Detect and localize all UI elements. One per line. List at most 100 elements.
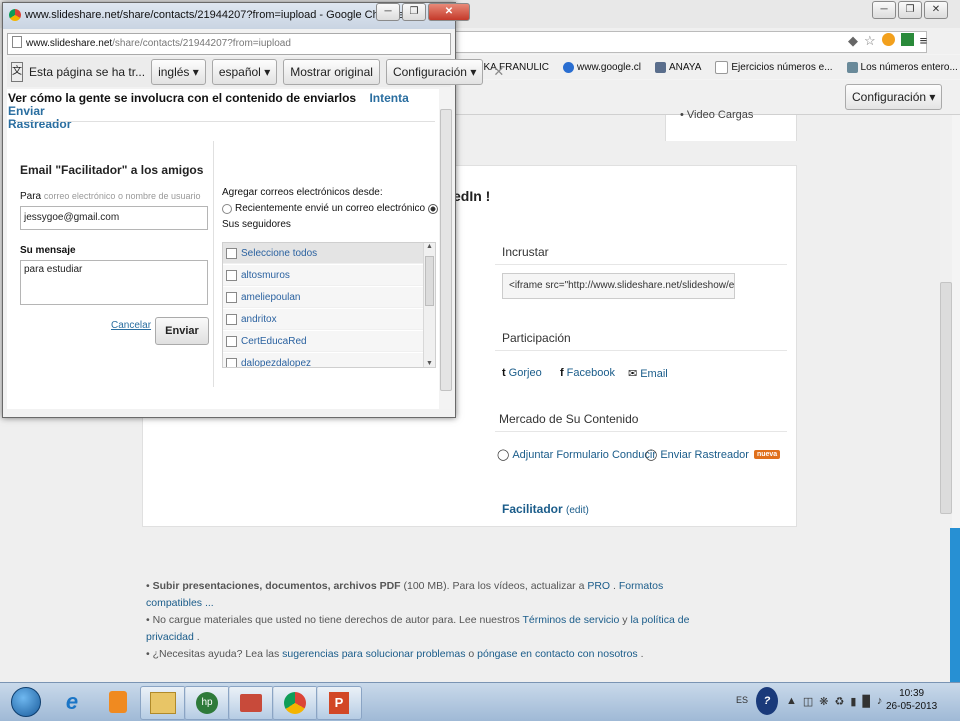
checkbox[interactable] xyxy=(226,357,237,367)
popup-scrollbar-thumb[interactable] xyxy=(440,109,452,391)
translate-config-button[interactable]: Configuración ▾ xyxy=(385,59,484,85)
footer-text: o xyxy=(468,648,475,660)
scroll-up-icon[interactable]: ▲ xyxy=(424,243,435,250)
media-player-icon xyxy=(109,691,127,713)
follower-label: dalopezdalopez xyxy=(241,357,312,368)
hp-icon: hp xyxy=(196,692,218,714)
followers-scrollbar-thumb[interactable] xyxy=(425,256,434,306)
list-item[interactable]: andritox xyxy=(223,309,423,330)
signal-icon[interactable]: ▉ xyxy=(862,695,870,708)
taskbar-powerpoint[interactable]: P xyxy=(316,686,362,720)
share-facebook-link[interactable]: f Facebook xyxy=(560,367,615,379)
contact-link[interactable]: póngase en contacto con nosotros xyxy=(477,648,638,660)
bookmark-label: Los números entero... xyxy=(860,61,958,73)
footer-text: y xyxy=(622,614,628,626)
list-item[interactable]: altosmuros xyxy=(223,265,423,286)
follower-label: Seleccione todos xyxy=(241,247,318,259)
followers-list[interactable]: Seleccione todos altosmuros ameliepoulan… xyxy=(222,242,436,368)
star-icon[interactable]: ☆ xyxy=(864,33,876,49)
tray-expand-icon[interactable]: ▲ xyxy=(786,695,797,708)
page-action-icon[interactable]: ◆ xyxy=(848,33,858,49)
card-partial-title: edIn ! xyxy=(453,188,491,204)
checkbox[interactable] xyxy=(226,291,237,303)
volume-icon[interactable]: ♪ xyxy=(877,695,883,708)
source-language-dropdown[interactable]: inglés ▾ xyxy=(151,59,206,85)
extension-icon[interactable] xyxy=(881,33,895,46)
taskbar-media-player[interactable] xyxy=(96,686,140,718)
checkbox[interactable] xyxy=(226,313,237,325)
minimize-button[interactable]: ─ xyxy=(872,1,896,19)
to-field[interactable]: jessygoe@gmail.com xyxy=(20,206,208,230)
attach-form-link[interactable]: ◯ Adjuntar Formulario Conducir xyxy=(497,448,656,462)
list-item[interactable]: Seleccione todos xyxy=(223,243,423,264)
message-field[interactable]: para estudiar xyxy=(20,260,208,305)
maximize-button[interactable]: ❐ xyxy=(898,1,922,19)
scroll-down-icon[interactable]: ▼ xyxy=(424,360,435,367)
taskbar-chrome[interactable] xyxy=(272,686,318,720)
tracker-link[interactable]: Rastreador xyxy=(8,117,71,131)
bookmark-anaya[interactable]: ANAYA xyxy=(654,61,701,73)
battery-icon[interactable]: ▮ xyxy=(850,695,856,708)
start-button[interactable] xyxy=(4,686,48,718)
share-email-link[interactable]: ✉ Email xyxy=(628,367,668,381)
popup-maximize-button[interactable]: ❐ xyxy=(402,3,426,21)
bookmark-google[interactable]: www.google.cl xyxy=(563,61,641,73)
cancel-link[interactable]: Cancelar xyxy=(111,320,151,331)
list-item[interactable]: CertEducaRed xyxy=(223,331,423,352)
terms-link[interactable]: Términos de servicio xyxy=(522,614,619,626)
video-uploads-item[interactable]: • Video Cargas xyxy=(680,109,753,121)
background-scrollbar-thumb[interactable] xyxy=(940,282,952,514)
bookmark-numeros[interactable]: Los números entero... xyxy=(846,61,958,73)
network-tray-icon[interactable]: ◫ xyxy=(803,695,813,708)
radio-followers-icon[interactable] xyxy=(428,203,439,214)
followers-scrollbar[interactable]: ▲ ▼ xyxy=(423,243,435,367)
bookmark-ejercicios[interactable]: Ejercicios números e... xyxy=(715,60,833,74)
translate-message: Esta página se ha tr... xyxy=(29,65,146,79)
radio-recent-icon[interactable] xyxy=(222,203,232,214)
divider xyxy=(213,141,214,387)
show-original-button[interactable]: Mostrar original xyxy=(283,59,380,85)
language-indicator[interactable]: ES xyxy=(736,695,748,705)
popup-close-button[interactable]: ✕ xyxy=(428,3,470,21)
source-language-label: inglés xyxy=(158,65,190,79)
embed-code-field[interactable]: <iframe src="http://www.slideshare.net/s… xyxy=(502,273,735,299)
footer-line-3: • ¿Necesitas ayuda? Lea las sugerencias … xyxy=(146,648,644,660)
add-from-label: Agregar correos electrónicos desde: xyxy=(222,187,383,198)
extension-icon-2[interactable] xyxy=(900,33,914,46)
bookmark-label: Ejercicios números e... xyxy=(731,61,833,73)
popup-url-bar[interactable]: www.slideshare.net/share/contacts/219442… xyxy=(7,33,451,55)
send-tracker-link[interactable]: ◯ Enviar Rastreador nueva xyxy=(645,448,781,461)
checkbox[interactable] xyxy=(226,269,237,281)
taskbar-explorer[interactable] xyxy=(140,686,186,720)
taskbar-ie[interactable]: e xyxy=(50,686,94,718)
windows-taskbar: e hp P ES ? ▲ ◫ ❋ ♻ ▮ ▉ ♪ xyxy=(0,682,960,721)
facilitator-edit-link[interactable]: (edit) xyxy=(566,505,589,516)
popup-minimize-button[interactable]: ─ xyxy=(376,3,400,21)
close-translate-icon[interactable]: ✕ xyxy=(493,64,504,80)
checkbox[interactable] xyxy=(226,335,237,347)
taskbar-app[interactable] xyxy=(228,686,274,720)
chevron-down-icon: ▾ xyxy=(929,90,936,104)
tracker-icon: ◯ xyxy=(645,449,658,461)
close-button[interactable]: ✕ xyxy=(924,1,948,19)
pro-link[interactable]: PRO xyxy=(587,580,610,592)
popup-translate-bar: 文 Esta página se ha tr... inglés ▾ españ… xyxy=(7,57,504,87)
background-config-button[interactable]: Configuración ▾ xyxy=(845,84,943,110)
radio-recent-label: Recientemente envié un correo electrónic… xyxy=(235,203,426,214)
suggestions-link[interactable]: sugerencias para solucionar problemas xyxy=(282,648,465,660)
menu-icon[interactable]: ≡ xyxy=(920,33,928,49)
twitter-icon: t xyxy=(502,367,506,379)
list-item[interactable]: ameliepoulan xyxy=(223,287,423,308)
divider xyxy=(495,350,787,351)
list-item[interactable]: dalopezdalopez xyxy=(223,353,423,368)
share-twitter-link[interactable]: t Gorjeo xyxy=(502,367,542,379)
target-language-dropdown[interactable]: español ▾ xyxy=(211,59,278,85)
clock[interactable]: 10:39 26-05-2013 xyxy=(886,687,937,713)
bluetooth-icon[interactable]: ❋ xyxy=(819,695,828,708)
help-icon[interactable]: ? xyxy=(756,687,778,715)
send-button[interactable]: Enviar xyxy=(155,317,209,345)
taskbar-hp[interactable]: hp xyxy=(184,686,230,720)
radio-recent-row[interactable]: Recientemente envié un correo electrónic… xyxy=(222,203,439,214)
checkbox[interactable] xyxy=(226,247,237,259)
sync-icon[interactable]: ♻ xyxy=(835,695,845,708)
